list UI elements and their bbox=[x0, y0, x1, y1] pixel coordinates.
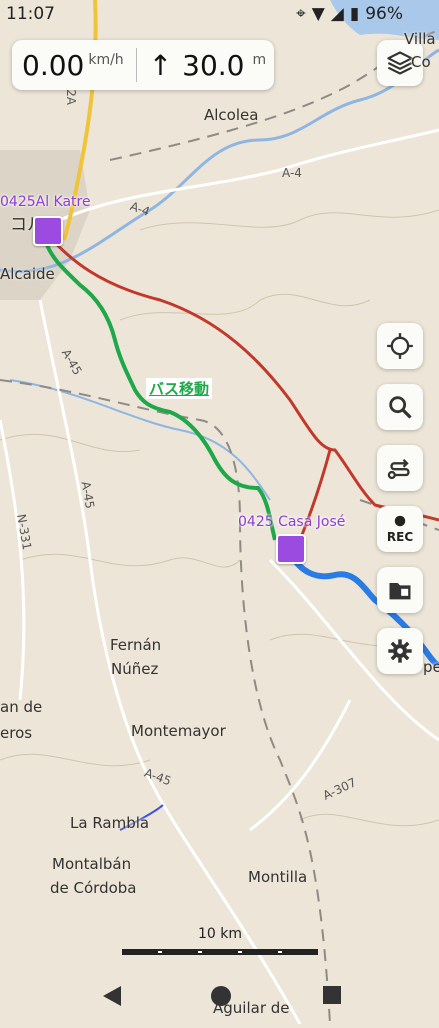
panel-divider bbox=[135, 48, 137, 82]
my-location-icon bbox=[387, 333, 413, 359]
speed-value: 0.00 bbox=[22, 48, 85, 82]
place-label: eros bbox=[0, 724, 33, 742]
battery-icon: ▮ bbox=[349, 4, 360, 24]
my-location-button[interactable] bbox=[377, 323, 423, 369]
place-label: an de bbox=[0, 698, 43, 716]
place-label: Montilla bbox=[248, 868, 308, 886]
scale-bar: 10 km bbox=[122, 926, 318, 961]
place-label: Alcolea bbox=[204, 106, 259, 124]
signal-icon: ◢ bbox=[330, 4, 344, 24]
scale-ruler bbox=[122, 949, 318, 955]
record-button[interactable]: REC bbox=[377, 506, 423, 552]
road-label: 2A bbox=[63, 89, 78, 105]
altitude-arrow-icon: ↑ bbox=[148, 48, 173, 82]
settings-icon bbox=[388, 639, 412, 663]
location-icon: ⌖ bbox=[296, 4, 306, 24]
speed-unit: km/h bbox=[88, 52, 124, 68]
battery-percent: 96% bbox=[365, 4, 403, 24]
layers-icon bbox=[387, 51, 413, 75]
route-label: バス移動 bbox=[146, 378, 213, 399]
wifi-icon: ▼ bbox=[311, 4, 325, 24]
scale-text: 10 km bbox=[197, 926, 242, 942]
status-icons: ⌖ ▼ ◢ ▮ 96% bbox=[296, 4, 403, 24]
place-label: Montemayor bbox=[131, 722, 226, 740]
place-label: Núñez bbox=[111, 660, 159, 678]
place-label: La Rambla bbox=[70, 814, 150, 832]
altitude-unit: m bbox=[252, 52, 267, 68]
poi-label-end: 0425 Casa José bbox=[238, 514, 346, 530]
hotel-pin-icon[interactable] bbox=[33, 216, 63, 246]
route-icon bbox=[387, 459, 410, 480]
place-label: Villa bbox=[404, 30, 436, 48]
status-bar: 11:07 ⌖ ▼ ◢ ▮ 96% bbox=[0, 0, 439, 30]
place-label: Co bbox=[411, 53, 431, 71]
recents-icon[interactable] bbox=[323, 986, 341, 1004]
road-label: A-4 bbox=[282, 166, 302, 180]
back-icon[interactable] bbox=[103, 986, 121, 1006]
record-label: REC bbox=[386, 530, 414, 544]
home-icon[interactable] bbox=[211, 986, 231, 1006]
route-button[interactable] bbox=[377, 445, 423, 491]
place-label: Fernán bbox=[110, 636, 162, 654]
search-button[interactable] bbox=[377, 384, 423, 430]
settings-button[interactable] bbox=[377, 628, 423, 674]
hotel-pin-icon[interactable] bbox=[276, 534, 306, 564]
poi-label-start: 0425Al Katre bbox=[0, 194, 91, 210]
system-nav-bar bbox=[0, 976, 439, 1024]
speed-altitude-panel[interactable]: 0.00 km/h ↑ 30.0 m bbox=[12, 40, 274, 90]
search-icon bbox=[389, 396, 412, 419]
place-label: de Córdoba bbox=[50, 879, 137, 897]
altitude-value: 30.0 bbox=[182, 48, 245, 82]
place-label: Alcaide bbox=[0, 265, 55, 283]
place-label: pe bbox=[423, 658, 439, 676]
record-icon bbox=[394, 515, 406, 527]
place-label: Montalbán bbox=[52, 855, 132, 873]
saved-items-icon bbox=[389, 583, 411, 600]
status-time: 11:07 bbox=[6, 4, 55, 24]
saved-items-button[interactable] bbox=[377, 567, 423, 613]
